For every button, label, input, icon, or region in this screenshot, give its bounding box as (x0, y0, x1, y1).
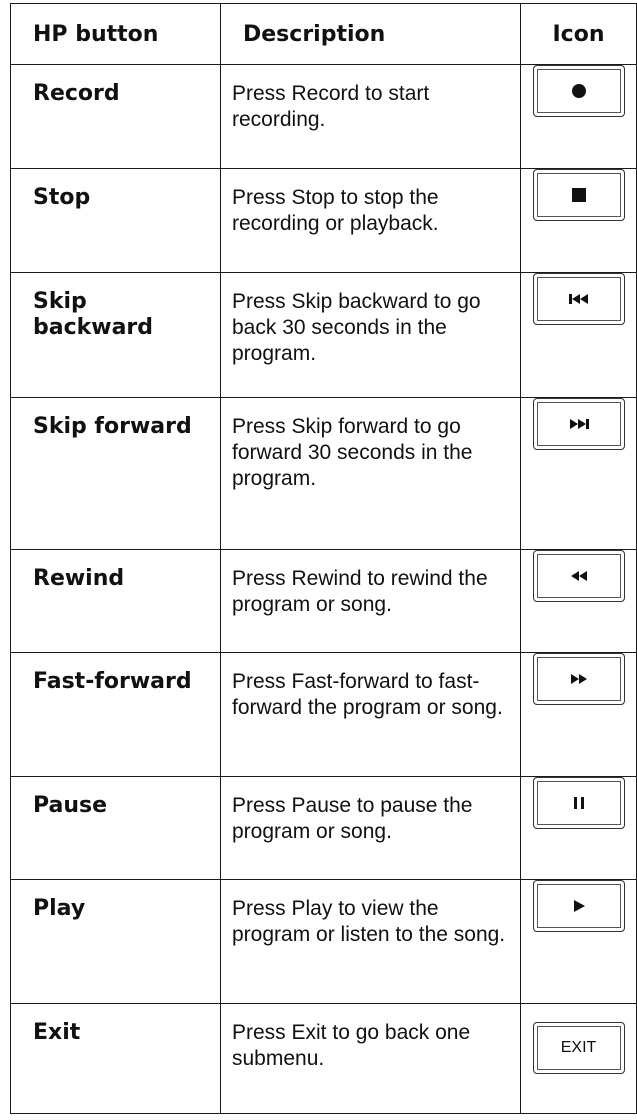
table-header-row: HP button Description Icon (10, 3, 637, 65)
exit-key: EXIT (532, 1022, 625, 1074)
button-description: Press Stop to stop the recording or play… (220, 168, 521, 273)
skip-forward-key (532, 398, 625, 450)
icon-cell (520, 776, 637, 880)
icon-cell: EXIT (520, 1003, 637, 1114)
record-key (532, 65, 625, 117)
pause-icon (573, 797, 584, 809)
table-row-stop: Stop Press Stop to stop the recording or… (10, 168, 637, 273)
icon-cell (520, 549, 637, 653)
button-description: Press Rewind to rewind the program or so… (220, 549, 521, 653)
table-row-exit: Exit Press Exit to go back one submenu. … (10, 1003, 637, 1114)
table-row-fast-forward: Fast-forward Press Fast-forward to fast-… (10, 652, 637, 777)
exit-icon: EXIT (560, 1039, 597, 1056)
table-row-skip-backward: Skip backward Press Skip backward to go … (10, 272, 637, 398)
button-description: Press Exit to go back one submenu. (220, 1003, 521, 1114)
icon-cell (520, 168, 637, 273)
table-row-play: Play Press Play to view the program or l… (10, 879, 637, 1004)
button-description: Press Fast-forward to fast-forward the p… (220, 652, 521, 777)
table-row-skip-forward: Skip forward Press Skip forward to go fo… (10, 397, 637, 550)
table-row-record: Record Press Record to start recording. (10, 64, 637, 169)
table-row-rewind: Rewind Press Rewind to rewind the progra… (10, 549, 637, 653)
button-name: Play (10, 879, 221, 1004)
play-key (532, 880, 625, 932)
header-icon: Icon (520, 3, 637, 65)
record-icon (571, 84, 586, 98)
button-description: Press Skip forward to go forward 30 seco… (220, 397, 521, 550)
button-name: Fast-forward (10, 652, 221, 777)
header-hp-button: HP button (10, 3, 221, 65)
button-name: Skip backward (10, 272, 221, 398)
button-description: Press Play to view the program or listen… (220, 879, 521, 1004)
play-icon (573, 900, 585, 912)
button-name: Pause (10, 776, 221, 880)
rewind-key (532, 550, 625, 602)
icon-cell (520, 272, 637, 398)
header-description: Description (220, 3, 521, 65)
fast-forward-icon (570, 674, 587, 684)
button-name: Rewind (10, 549, 221, 653)
skip-backward-key (532, 273, 625, 325)
icon-cell (520, 397, 637, 550)
stop-icon (571, 188, 586, 202)
icon-cell (520, 879, 637, 1004)
remote-buttons-table: HP button Description Icon Record Press … (10, 3, 637, 1114)
skip-forward-icon (569, 419, 589, 429)
button-name: Stop (10, 168, 221, 273)
pause-key (532, 777, 625, 829)
button-description: Press Skip backward to go back 30 second… (220, 272, 521, 398)
fast-forward-key (532, 653, 625, 705)
table-row-pause: Pause Press Pause to pause the program o… (10, 776, 637, 880)
button-name: Record (10, 64, 221, 169)
skip-backward-icon (568, 294, 588, 304)
button-description: Press Pause to pause the program or song… (220, 776, 521, 880)
button-name: Skip forward (10, 397, 221, 550)
icon-cell (520, 64, 637, 169)
button-name: Exit (10, 1003, 221, 1114)
rewind-icon (570, 571, 587, 581)
stop-key (532, 169, 625, 221)
button-description: Press Record to start recording. (220, 64, 521, 169)
icon-cell (520, 652, 637, 777)
